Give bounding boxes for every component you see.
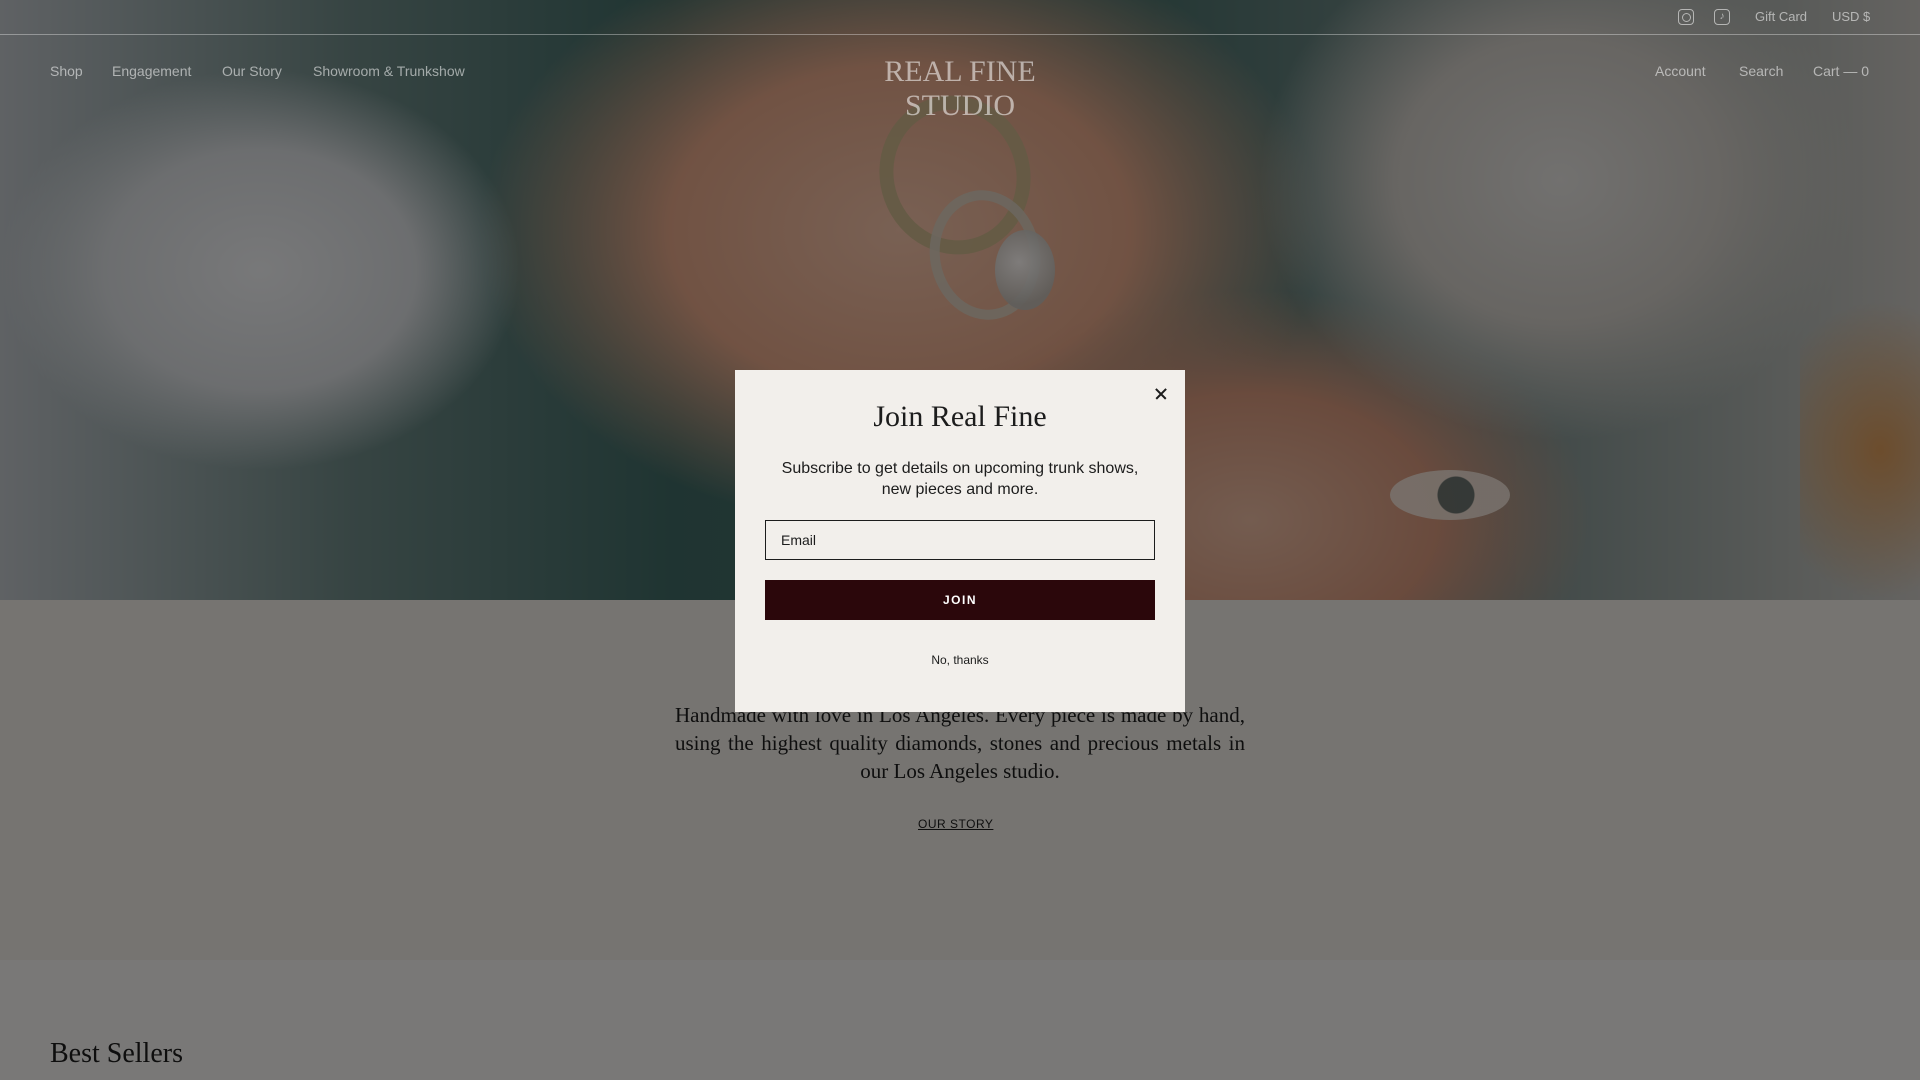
email-field[interactable]: [765, 520, 1155, 560]
nav-our-story[interactable]: Our Story: [222, 63, 282, 79]
currency-selector[interactable]: USD $: [1832, 9, 1870, 24]
nav-cart[interactable]: Cart — 0: [1813, 63, 1869, 79]
modal-title: Join Real Fine: [873, 400, 1047, 433]
no-thanks-button[interactable]: No, thanks: [735, 653, 1185, 667]
nav-account[interactable]: Account: [1655, 63, 1706, 79]
gift-card-link[interactable]: Gift Card: [1755, 9, 1807, 24]
utility-bar: ♪ Gift Card USD $: [0, 0, 1920, 35]
site-logo[interactable]: REAL FINE STUDIO: [842, 55, 1078, 123]
tiktok-icon[interactable]: ♪: [1714, 9, 1730, 25]
nav-shop[interactable]: Shop: [50, 63, 83, 79]
main-nav: Shop Engagement Our Story Showroom & Tru…: [0, 35, 1920, 122]
nav-engagement[interactable]: Engagement: [112, 63, 191, 79]
newsletter-modal: Join Real Fine Subscribe to get details …: [735, 370, 1185, 712]
nav-search[interactable]: Search: [1739, 63, 1783, 79]
join-button[interactable]: JOIN: [765, 580, 1155, 620]
modal-subtitle: Subscribe to get details on upcoming tru…: [781, 460, 1139, 498]
nav-showroom-trunkshow[interactable]: Showroom & Trunkshow: [313, 63, 465, 79]
instagram-icon[interactable]: [1678, 9, 1694, 25]
